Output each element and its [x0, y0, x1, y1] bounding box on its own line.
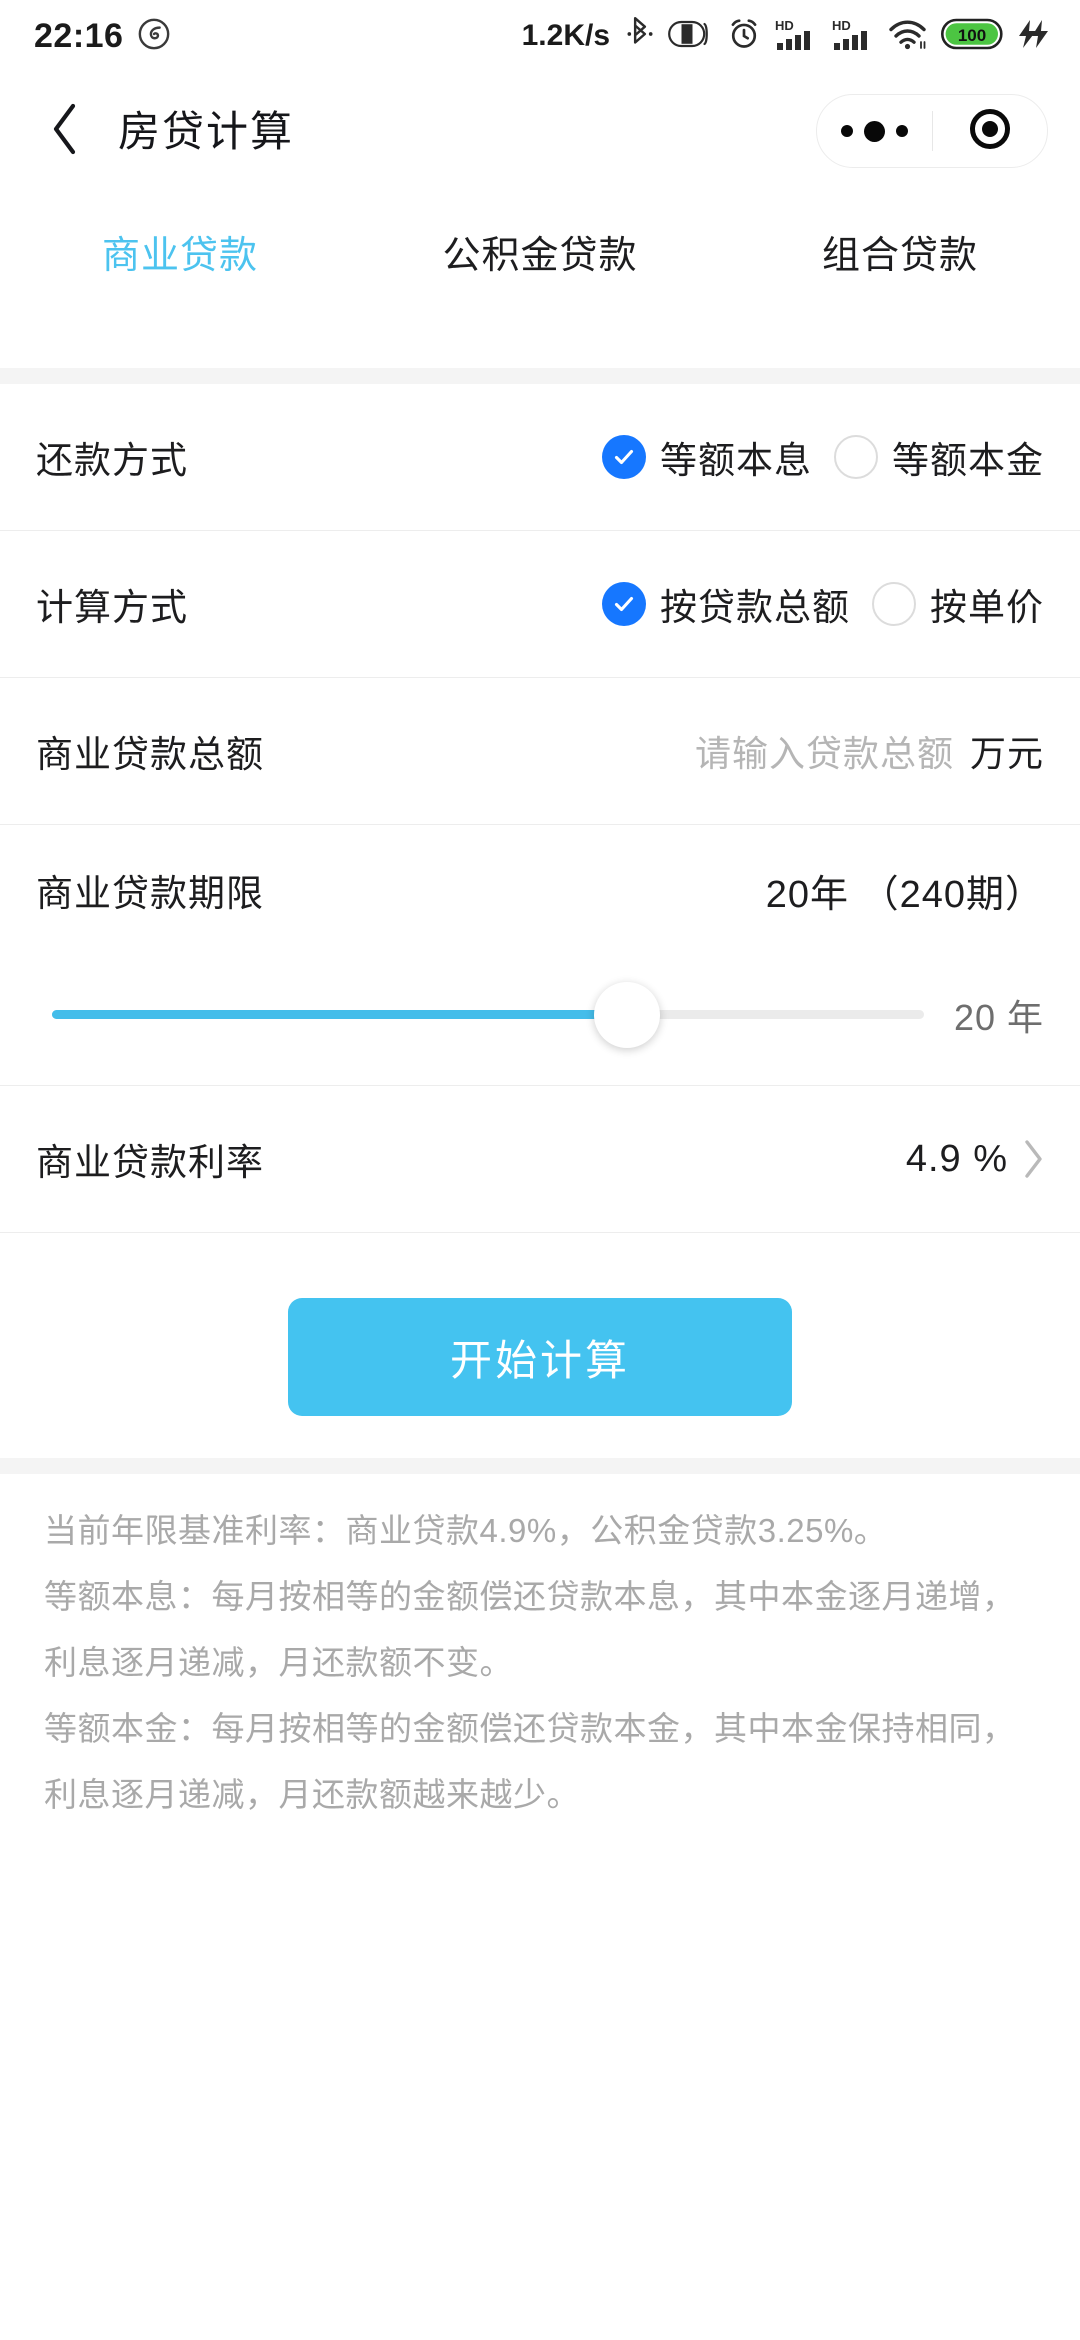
battery-icon: 100	[940, 17, 1003, 56]
slider-thumb[interactable]	[594, 982, 661, 1048]
loan-rate-value-wrap: 4.9 %	[906, 1138, 1044, 1181]
notes-section: 当前年限基准利率：商业贷款4.9%，公积金贷款3.25%。 等额本息：每月按相等…	[0, 1498, 1080, 1828]
loan-rate-label: 商业贷款利率	[36, 1142, 264, 1183]
row-repayment-method[interactable]: 还款方式 等额本息 等额本金	[0, 384, 1080, 530]
loan-total-field-wrap: 请输入贷款总额 万元	[695, 725, 1044, 777]
repayment-method-options: 等额本息 等额本金	[602, 430, 1044, 484]
loan-rate-value: 4.9 %	[905, 1137, 1008, 1180]
tab-combined-loan[interactable]: 组合贷款	[720, 224, 1080, 279]
loan-total-label: 商业贷款总额	[36, 734, 264, 775]
app-screen: 22:16 1.2K/s HD HD 100 房贷计算 商业贷款 公积金贷款 组…	[0, 0, 1080, 2340]
loan-term-label: 商业贷款期限	[36, 873, 264, 914]
status-bar: 22:16 1.2K/s HD HD 100	[0, 0, 1080, 72]
radio-by-total-amount[interactable]: 按贷款总额	[602, 577, 850, 631]
status-time: 22:16	[34, 16, 124, 55]
alarm-clock-icon	[727, 17, 761, 56]
row-loan-total[interactable]: 商业贷款总额 请输入贷款总额 万元	[0, 678, 1080, 824]
radio-unchecked-icon	[834, 435, 878, 479]
wifi-icon	[888, 17, 928, 56]
hd-signal-icon-1: HD	[774, 17, 818, 56]
calc-method-label: 计算方式	[36, 587, 188, 628]
chevron-left-icon	[50, 103, 80, 160]
note-benchmark-rate: 当前年限基准利率：商业贷款4.9%，公积金贷款3.25%。	[44, 1512, 888, 1549]
section-divider-bottom	[0, 1458, 1080, 1474]
row-loan-rate[interactable]: 商业贷款利率 4.9 %	[0, 1086, 1080, 1232]
row-calc-method[interactable]: 计算方式 按贷款总额 按单价	[0, 531, 1080, 677]
back-button[interactable]	[34, 98, 96, 164]
dark-mode-icon	[668, 18, 714, 55]
radio-by-unit-price[interactable]: 按单价	[872, 577, 1044, 631]
radio-label-by-unit-price: 按单价	[930, 587, 1044, 628]
chevron-right-icon	[1022, 1139, 1044, 1179]
loan-type-tabs: 商业贷款 公积金贷款 组合贷款	[0, 190, 1080, 312]
miniprogram-capsule	[816, 94, 1048, 168]
battery-level-text: 100	[958, 26, 986, 45]
loan-total-unit: 万元	[969, 733, 1044, 774]
more-dots-icon	[840, 120, 908, 142]
bluetooth-icon	[625, 16, 655, 56]
status-bar-left: 22:16	[34, 17, 171, 56]
row-loan-term: 商业贷款期限 20年 （240期）	[0, 825, 1080, 955]
loan-term-slider[interactable]	[52, 982, 924, 1048]
nav-bar: 房贷计算	[0, 72, 1080, 190]
more-button[interactable]	[817, 95, 932, 167]
charging-bolt-icon	[1016, 17, 1050, 56]
calc-method-options: 按贷款总额 按单价	[602, 577, 1044, 631]
section-divider-top	[0, 368, 1080, 384]
radio-equal-principal[interactable]: 等额本金	[834, 430, 1044, 484]
tab-housing-fund-loan[interactable]: 公积金贷款	[360, 224, 720, 279]
repayment-method-label: 还款方式	[36, 440, 188, 481]
loan-term-value: 20年 （240期）	[765, 873, 1044, 916]
hd-signal-icon-2: HD	[831, 17, 875, 56]
loan-total-input[interactable]: 请输入贷款总额	[695, 725, 954, 777]
slider-value-label: 20 年	[953, 997, 1044, 1038]
loan-term-slider-wrap: 20 年	[0, 945, 1080, 1085]
music-note-icon	[137, 17, 171, 56]
radio-label-by-total-amount: 按贷款总额	[660, 587, 850, 628]
page-title: 房贷计算	[118, 108, 295, 155]
target-circle-icon	[967, 106, 1013, 157]
radio-checked-icon	[602, 435, 646, 479]
svg-text:HD: HD	[775, 18, 794, 33]
radio-label-equal-installment: 等额本息	[660, 440, 812, 481]
status-bar-right: 1.2K/s HD HD 100	[521, 16, 1050, 56]
note-equal-principal: 等额本金：每月按相等的金额偿还贷款本金，其中本金保持相同，利息逐月递减，月还款额…	[44, 1710, 1016, 1813]
row-separator-5	[0, 1232, 1080, 1233]
radio-unchecked-icon	[872, 582, 916, 626]
svg-text:HD: HD	[832, 18, 851, 33]
radio-label-equal-principal: 等额本金	[892, 440, 1044, 481]
start-calculation-button[interactable]: 开始计算	[288, 1298, 792, 1416]
radio-checked-icon	[602, 582, 646, 626]
note-equal-installment: 等额本息：每月按相等的金额偿还贷款本息，其中本金逐月递增，利息逐月递减，月还款额…	[44, 1578, 1016, 1681]
slider-fill	[52, 1010, 628, 1019]
network-speed: 1.2K/s	[521, 19, 610, 52]
tab-commercial-loan[interactable]: 商业贷款	[0, 224, 360, 279]
radio-equal-installment[interactable]: 等额本息	[602, 430, 812, 484]
close-miniprogram-button[interactable]	[933, 95, 1048, 167]
